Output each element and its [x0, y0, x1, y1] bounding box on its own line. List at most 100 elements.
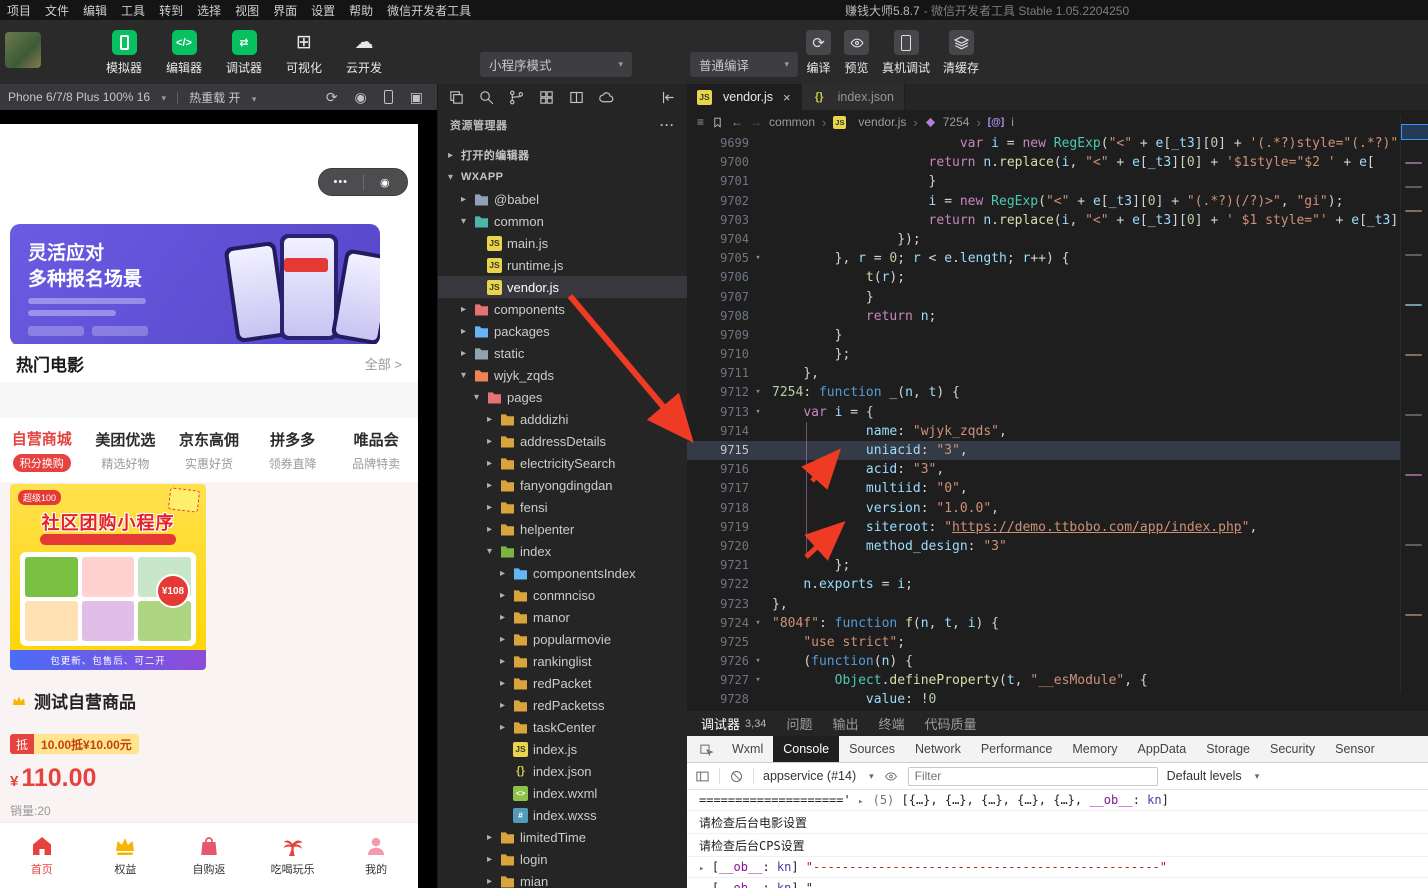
tree-wjyk_zqds[interactable]: ▾wjyk_zqds: [438, 364, 687, 386]
devtools-tab-sources[interactable]: Sources: [839, 736, 905, 762]
tree-taskCenter[interactable]: ▸taskCenter: [438, 716, 687, 738]
code-line-9703[interactable]: 9703 return n.replace(i, "<" + e[_t3][0]…: [687, 211, 1428, 230]
minimap[interactable]: [1400, 114, 1428, 694]
git-branch-icon[interactable]: [508, 89, 525, 106]
devtools-tab-appdata[interactable]: AppData: [1128, 736, 1197, 762]
menu-item[interactable]: 工具: [114, 2, 152, 19]
menu-item[interactable]: 转到: [152, 2, 190, 19]
tree-runtime.js[interactable]: JSruntime.js: [438, 254, 687, 276]
refresh-icon[interactable]: ⟳: [326, 89, 338, 106]
code-line-9714[interactable]: 9714 name: "wjyk_zqds",: [687, 422, 1428, 441]
phone-icon[interactable]: [384, 90, 393, 104]
code-line-9723[interactable]: 9723},: [687, 595, 1428, 614]
tree-manor[interactable]: ▸manor: [438, 606, 687, 628]
breadcrumb-common[interactable]: common: [769, 115, 815, 129]
code-line-9706[interactable]: 9706 t(r);: [687, 268, 1428, 287]
devtools-tab-network[interactable]: Network: [905, 736, 971, 762]
record-icon[interactable]: ◉: [355, 89, 367, 106]
console-sidebar-icon[interactable]: [695, 769, 710, 784]
code-line-9710[interactable]: 9710 };: [687, 345, 1428, 364]
filter-input[interactable]: [908, 767, 1158, 786]
code-line-9727[interactable]: 9727▾ Object.defineProperty(t, "__esModu…: [687, 671, 1428, 690]
tree-index.wxss[interactable]: #index.wxss: [438, 804, 687, 826]
code-line-9708[interactable]: 9708 return n;: [687, 307, 1428, 326]
menu-item[interactable]: 项目: [0, 2, 38, 19]
tabbar-item-home[interactable]: 首页: [0, 823, 84, 888]
fold-arrow-icon[interactable]: ▾: [749, 403, 767, 422]
tree-helpenter[interactable]: ▸helpenter: [438, 518, 687, 540]
console-row[interactable]: 请检查后台电影设置: [687, 811, 1428, 834]
tree-index.json[interactable]: {}index.json: [438, 760, 687, 782]
device-select[interactable]: Phone 6/7/8 Plus 100% 16 ▾: [8, 90, 166, 104]
cloud-icon[interactable]: [598, 89, 615, 106]
live-expression-eye-icon[interactable]: [883, 770, 899, 783]
devtools-tab-performance[interactable]: Performance: [971, 736, 1063, 762]
menu-item[interactable]: 界面: [266, 2, 304, 19]
menu-item[interactable]: 文件: [38, 2, 76, 19]
preview-button[interactable]: 预览: [844, 30, 869, 76]
devtools-tab-memory[interactable]: Memory: [1062, 736, 1127, 762]
devtools-tab-console[interactable]: Console: [773, 736, 839, 762]
category-1[interactable]: 美团优选精选好物: [84, 418, 168, 482]
hot-movies-more-link[interactable]: 全部 >: [365, 354, 402, 373]
category-0[interactable]: 自营商城积分换购: [0, 418, 84, 482]
capsule-close-icon[interactable]: ◉: [364, 176, 408, 189]
debug-tab-debugger[interactable]: 调试器3,34: [701, 714, 766, 733]
menu-item[interactable]: 视图: [228, 2, 266, 19]
code-line-9711[interactable]: 9711 },: [687, 364, 1428, 383]
code-line-9709[interactable]: 9709 }: [687, 326, 1428, 345]
debug-tab-code-quality[interactable]: 代码质量: [924, 714, 976, 733]
compile-mode-select[interactable]: 普通编译 ▾: [690, 52, 798, 77]
fold-arrow-icon[interactable]: ▾: [749, 614, 767, 633]
tree-fanyongdingdan[interactable]: ▸fanyongdingdan: [438, 474, 687, 496]
avatar[interactable]: [5, 32, 41, 68]
log-levels-select[interactable]: Default levels ▾: [1167, 769, 1260, 783]
tree-fensi[interactable]: ▸fensi: [438, 496, 687, 518]
tree-rankinglist[interactable]: ▸rankinglist: [438, 650, 687, 672]
code-line-9712[interactable]: 9712▾7254: function _(n, t) {: [687, 383, 1428, 402]
console-row[interactable]: ====================' ▸ (5) [{…}, {…}, {…: [687, 790, 1428, 811]
compile-button[interactable]: ⟳ 编译: [806, 30, 831, 76]
tree-opened-editors[interactable]: ▸打开的编辑器: [438, 144, 687, 166]
tree-addressDetails[interactable]: ▸addressDetails: [438, 430, 687, 452]
code-line-9707[interactable]: 9707 }: [687, 288, 1428, 307]
tabbar-item-palm[interactable]: 吃喝玩乐: [251, 823, 335, 888]
menu-item[interactable]: 选择: [190, 2, 228, 19]
debug-tab-problems[interactable]: 问题: [786, 714, 812, 733]
close-icon[interactable]: ×: [783, 90, 791, 105]
code-line-9699[interactable]: 9699 var i = new RegExp("<" + e[_t3][0] …: [687, 134, 1428, 153]
cloud-dev-button[interactable]: ☁ 云开发: [338, 30, 390, 76]
device-debug-button[interactable]: 真机调试: [882, 30, 930, 76]
context-select[interactable]: appservice (#14) ▾: [763, 769, 874, 783]
tree-common[interactable]: ▾common: [438, 210, 687, 232]
tree-static[interactable]: ▸static: [438, 342, 687, 364]
tree-limitedTime[interactable]: ▸limitedTime: [438, 826, 687, 848]
inspect-device-icon[interactable]: [691, 742, 722, 757]
screenshot-icon[interactable]: ▣: [410, 89, 423, 106]
tree-index.wxml[interactable]: <>index.wxml: [438, 782, 687, 804]
code-line-9702[interactable]: 9702 i = new RegExp("<" + e[_t3][0] + "(…: [687, 192, 1428, 211]
code-line-9719[interactable]: 9719 siteroot: "https://demo.ttbobo.com/…: [687, 518, 1428, 537]
code-line-9725[interactable]: 9725 "use strict";: [687, 633, 1428, 652]
breadcrumb-vendor-js[interactable]: vendor.js: [858, 115, 906, 129]
tree-index[interactable]: ▾index: [438, 540, 687, 562]
tree-popularmovie[interactable]: ▸popularmovie: [438, 628, 687, 650]
menu-item[interactable]: 编辑: [76, 2, 114, 19]
console-row[interactable]: ▸ [__ob__: kn] "------------------------…: [687, 857, 1428, 878]
files-icon[interactable]: [448, 89, 465, 106]
tree-vendor.js[interactable]: JSvendor.js: [438, 276, 687, 298]
tabbar-item-user[interactable]: 我的: [334, 823, 418, 888]
product-name-row[interactable]: 测试自营商品: [10, 688, 136, 713]
promo-banner[interactable]: 灵活应对 多种报名场景: [10, 224, 380, 346]
debug-tab-output[interactable]: 输出: [832, 714, 858, 733]
code-line-9700[interactable]: 9700 return n.replace(i, "<" + e[_t3][0]…: [687, 153, 1428, 172]
forward-icon[interactable]: →: [750, 115, 762, 129]
code-line-9716[interactable]: 9716 acid: "3",: [687, 460, 1428, 479]
menu-item[interactable]: 帮助: [342, 2, 380, 19]
capsule-menu[interactable]: ••• ◉: [318, 168, 408, 196]
tree-index.js[interactable]: JSindex.js: [438, 738, 687, 760]
tree-conmnciso[interactable]: ▸conmnciso: [438, 584, 687, 606]
category-4[interactable]: 唯品会品牌特卖: [334, 418, 418, 482]
more-icon[interactable]: •••: [319, 176, 363, 188]
hot-reload-toggle[interactable]: 热重载 开 ▾: [189, 89, 256, 106]
